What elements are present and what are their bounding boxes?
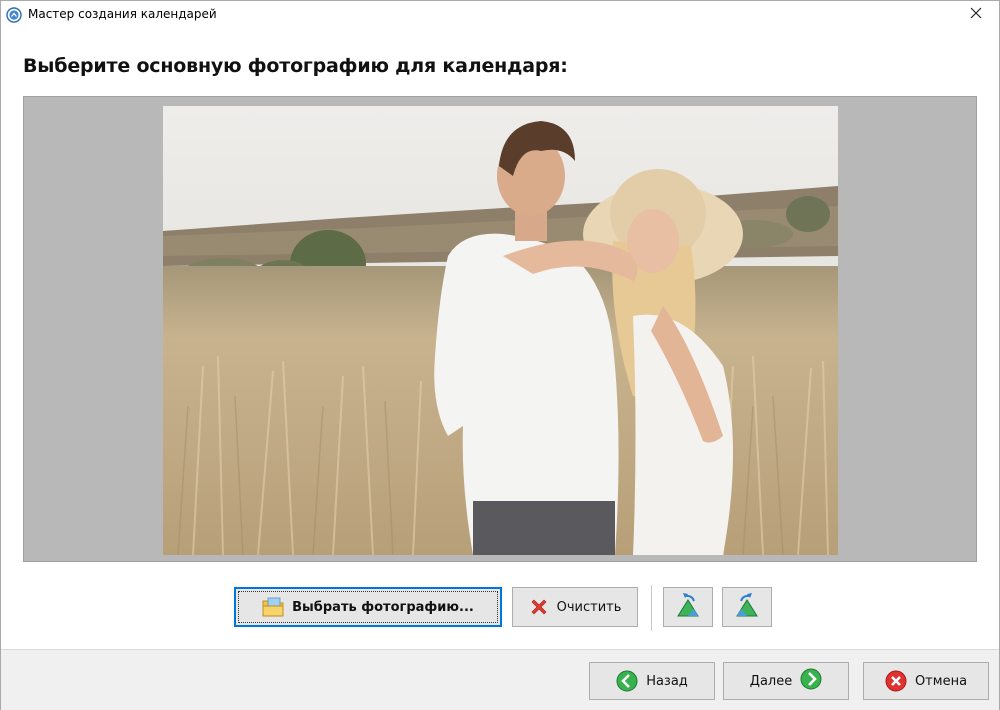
back-arrow-icon [616, 670, 638, 692]
app-icon [6, 7, 22, 23]
next-label: Далее [749, 673, 793, 689]
close-icon [970, 6, 982, 24]
wizard-content: Выберите основную фотографию для календа… [1, 29, 999, 649]
rotate-right-icon [733, 592, 761, 622]
rotate-right-button[interactable] [722, 587, 772, 627]
choose-photo-label: Выбрать фотографию... [292, 599, 474, 615]
couple-in-wheat-field-photo [163, 106, 838, 555]
rotate-left-button[interactable] [663, 587, 713, 627]
choose-photo-button[interactable]: Выбрать фотографию... [234, 587, 502, 627]
clear-button[interactable]: Очистить [512, 587, 638, 627]
close-button[interactable] [953, 1, 999, 29]
next-button[interactable]: Далее [723, 662, 849, 700]
cancel-label: Отмена [914, 673, 968, 689]
red-x-icon [529, 597, 549, 617]
cancel-button[interactable]: Отмена [863, 662, 989, 700]
back-button[interactable]: Назад [589, 662, 715, 700]
page-title: Выберите основную фотографию для календа… [23, 55, 568, 77]
toolbar-separator [651, 585, 652, 631]
wizard-window: Мастер создания календарей Выберите осно… [0, 0, 1000, 710]
title-bar[interactable]: Мастер создания календарей [1, 1, 999, 29]
wizard-footer: Назад Далее Отмена [1, 649, 999, 710]
cancel-icon [885, 670, 907, 692]
photo-preview-area [23, 96, 977, 562]
window-title: Мастер создания календарей [28, 7, 217, 21]
clear-label: Очистить [556, 599, 622, 615]
folder-icon [262, 597, 284, 617]
rotate-left-icon [674, 592, 702, 622]
next-arrow-icon [800, 668, 822, 694]
back-label: Назад [646, 673, 688, 689]
